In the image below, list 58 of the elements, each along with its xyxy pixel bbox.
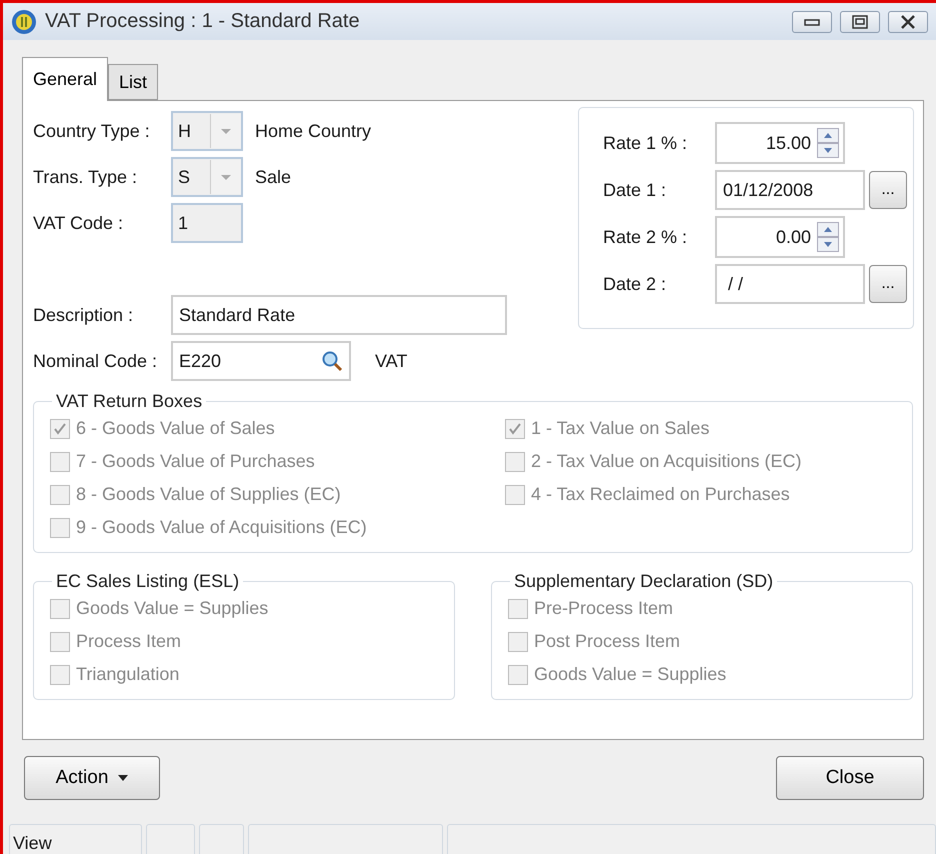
checkbox-label: 4 - Tax Reclaimed on Purchases [531, 484, 790, 505]
minimize-button[interactable] [792, 10, 832, 32]
field-label: VAT Code : [33, 212, 124, 234]
action-button[interactable]: Action [24, 756, 160, 800]
field-label: Date 1 : [603, 180, 668, 200]
checkbox-label: Goods Value = Supplies [534, 664, 726, 685]
group-title: EC Sales Listing (ESL) [55, 571, 240, 592]
app-icon [11, 8, 37, 34]
caret-icon [118, 775, 128, 781]
checkbox-label: Pre-Process Item [534, 598, 674, 619]
date-field[interactable]: / / [715, 264, 865, 304]
tab[interactable]: List [108, 64, 158, 100]
checkbox-label: Triangulation [76, 664, 180, 685]
group-title: VAT Return Boxes [55, 391, 204, 412]
vat-code-field[interactable]: 1 [171, 203, 243, 243]
window-title: VAT Processing : 1 - Standard Rate [45, 10, 361, 33]
checkbox-label: 2 - Tax Value on Acquisitions (EC) [531, 451, 802, 472]
restore-button[interactable] [840, 10, 880, 32]
checkbox-label: 6 - Goods Value of Sales [76, 418, 275, 439]
checkbox-label: 9 - Goods Value of Acquisitions (EC) [76, 517, 367, 538]
status-pane: View [9, 824, 142, 854]
date-picker-button[interactable]: ... [869, 265, 907, 303]
checkbox-label: 1 - Tax Value on Sales [531, 418, 710, 439]
close-button[interactable]: Close [776, 756, 924, 800]
country-type-combo[interactable]: H [171, 111, 243, 151]
checkbox-label: 7 - Goods Value of Purchases [76, 451, 315, 472]
date-picker-button[interactable]: ... [869, 171, 907, 209]
field-label: Nominal Code : [33, 350, 158, 372]
description-field[interactable]: Standard Rate [171, 295, 507, 335]
spin-arrows-icon[interactable] [817, 128, 839, 158]
rate-spinbox[interactable]: 0.00 [715, 216, 845, 258]
field-label: Date 2 : [603, 274, 668, 294]
field-label: Rate 2 % : [603, 226, 688, 248]
nominal-code-caption: VAT [375, 350, 408, 372]
country-type-caption: Home Country [255, 120, 372, 142]
minimize-icon [804, 18, 820, 26]
checkmark-icon [508, 422, 522, 436]
field-label: Country Type : [33, 120, 151, 143]
rate-spinbox[interactable]: 15.00 [715, 122, 845, 164]
close-button[interactable] [888, 10, 928, 32]
nominal-code-field[interactable]: E220 [171, 341, 351, 381]
group-title: Supplementary Declaration (SD) [513, 571, 774, 592]
date-field[interactable]: 01/12/2008 [715, 170, 865, 210]
checkbox-label: Goods Value = Supplies [76, 598, 268, 619]
checkbox-label: 8 - Goods Value of Supplies (EC) [76, 484, 341, 505]
tab[interactable]: General [22, 57, 108, 101]
spin-arrows-icon[interactable] [817, 222, 839, 252]
checkbox-label: Process Item [76, 631, 182, 652]
checkmark-icon [53, 422, 67, 436]
field-label: Trans. Type : [33, 166, 138, 189]
trans-type-combo[interactable]: S [171, 157, 243, 197]
restore-icon [852, 14, 868, 28]
trans-type-caption: Sale [255, 166, 292, 188]
close-icon [900, 14, 916, 28]
checkbox-label: Post Process Item [534, 631, 680, 652]
field-label: Rate 1 % : [603, 132, 688, 154]
search-icon[interactable] [321, 350, 343, 372]
field-label: Description : [33, 304, 134, 327]
